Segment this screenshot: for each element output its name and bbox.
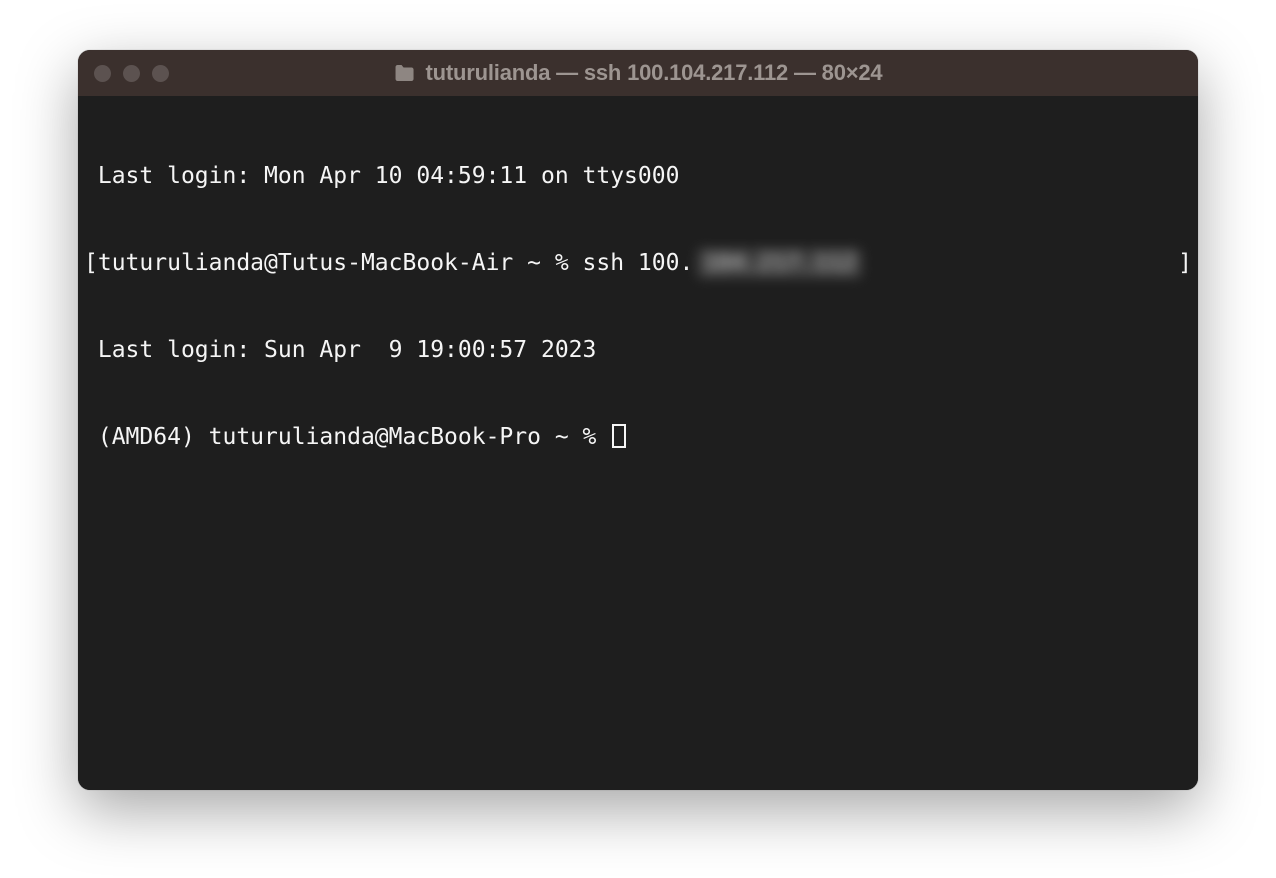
terminal-line: Last login: Sun Apr 9 19:00:57 2023 (84, 336, 1192, 365)
last-login-remote: Last login: Sun Apr 9 19:00:57 2023 (98, 337, 597, 363)
last-login-local: Last login: Mon Apr 10 04:59:11 on ttys0… (98, 163, 680, 189)
terminal-line: (AMD64) tuturulianda@MacBook-Pro ~ % (84, 423, 1192, 452)
terminal-window: tuturulianda — ssh 100.104.217.112 — 80×… (78, 50, 1198, 790)
window-title-container: tuturulianda — ssh 100.104.217.112 — 80×… (394, 60, 883, 86)
bracket-open: [ (84, 250, 98, 276)
bracket-close: ] (1178, 249, 1192, 278)
remote-shell-prompt: (AMD64) tuturulianda@MacBook-Pro ~ % (98, 424, 610, 450)
terminal-line: Last login: Mon Apr 10 04:59:11 on ttys0… (84, 162, 1192, 191)
traffic-lights (94, 65, 169, 82)
window-title: tuturulianda — ssh 100.104.217.112 — 80×… (426, 60, 883, 86)
terminal-line: [tuturulianda@Tutus-MacBook-Air ~ % ssh … (84, 249, 1192, 278)
close-button[interactable] (94, 65, 111, 82)
redacted-ip: 104.217.112 (697, 249, 861, 278)
maximize-button[interactable] (152, 65, 169, 82)
minimize-button[interactable] (123, 65, 140, 82)
cursor-icon (612, 424, 626, 448)
title-bar: tuturulianda — ssh 100.104.217.112 — 80×… (78, 50, 1198, 96)
terminal-body[interactable]: Last login: Mon Apr 10 04:59:11 on ttys0… (78, 96, 1198, 790)
shell-prompt-command: tuturulianda@Tutus-MacBook-Air ~ % ssh 1… (98, 250, 693, 276)
folder-icon (394, 64, 416, 82)
